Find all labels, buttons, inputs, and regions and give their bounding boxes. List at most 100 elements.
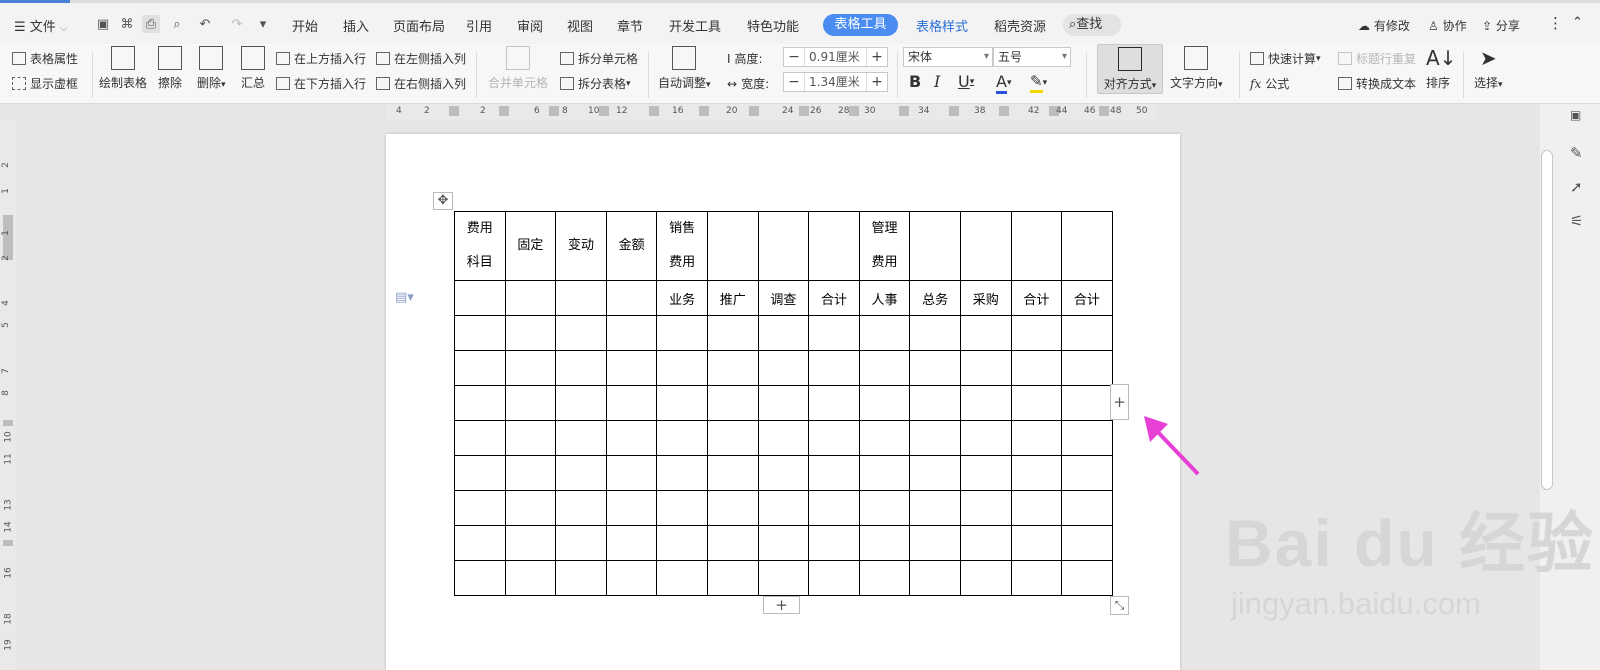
table-cell[interactable] <box>555 560 607 596</box>
table-cell[interactable] <box>909 315 961 351</box>
table-cell[interactable] <box>656 315 708 351</box>
table-cell[interactable] <box>858 315 911 351</box>
table-cell[interactable] <box>706 350 759 386</box>
table-cell[interactable] <box>858 560 911 596</box>
search-button[interactable]: ⌕查找 <box>1063 14 1121 36</box>
insert-row-above-button[interactable]: 在上方插入行 <box>276 50 366 67</box>
table-cell[interactable] <box>454 490 506 526</box>
share-button[interactable]: ⇪ 分享 <box>1482 17 1520 34</box>
table-cell[interactable]: 业务 <box>656 280 708 316</box>
table-cell[interactable] <box>808 490 860 526</box>
table-cell[interactable] <box>808 525 860 561</box>
formula-button[interactable]: fx 公式 <box>1250 75 1289 92</box>
minus-icon[interactable]: − <box>784 74 804 90</box>
table-cell[interactable] <box>808 455 860 491</box>
font-size-select[interactable]: 五号 <box>993 47 1071 67</box>
table-cell[interactable] <box>757 385 810 421</box>
width-value[interactable]: 1.34厘米 <box>804 73 867 91</box>
vertical-ruler[interactable]: 2 1 1 2 4 5 7 8 10 11 13 14 16 18 19 <box>0 120 16 670</box>
table-cell[interactable] <box>454 525 506 561</box>
convert-to-text-button[interactable]: 转换成文本 <box>1338 75 1416 92</box>
table-cell[interactable] <box>605 490 658 526</box>
table-cell[interactable] <box>1061 385 1113 421</box>
table-cell[interactable] <box>1061 315 1113 351</box>
table-cell[interactable] <box>656 525 708 561</box>
tab-insert[interactable]: 插入 <box>343 16 369 35</box>
table-cell[interactable] <box>454 280 506 316</box>
table-cell[interactable] <box>959 455 1012 491</box>
table-cell[interactable] <box>555 420 607 456</box>
plus-icon[interactable]: + <box>867 74 887 90</box>
table-cell[interactable] <box>808 315 860 351</box>
table-cell[interactable] <box>909 490 961 526</box>
align-button[interactable]: 对齐方式▾ <box>1097 44 1163 94</box>
undo-icon[interactable]: ↶ <box>196 15 214 33</box>
tab-page-layout[interactable]: 页面布局 <box>393 16 445 35</box>
table-cell[interactable] <box>454 315 506 351</box>
table-cell[interactable] <box>1010 560 1063 596</box>
table-cell[interactable] <box>1010 455 1063 491</box>
table-cell[interactable] <box>454 420 506 456</box>
table-cell[interactable] <box>757 490 810 526</box>
collab-button[interactable]: ♙ 协作 <box>1428 17 1467 34</box>
table-cell[interactable] <box>858 350 911 386</box>
table-cell[interactable]: 调查 <box>757 280 810 316</box>
table-properties-button[interactable]: 表格属性 <box>12 50 78 67</box>
table-cell[interactable] <box>656 420 708 456</box>
erase-button[interactable]: 擦除 <box>158 46 182 91</box>
horizontal-ruler[interactable]: 4 2 2 6 8 10 12 16 20 24 26 28 30 34 38 … <box>386 104 1156 120</box>
table-cell[interactable] <box>1010 385 1063 421</box>
table-cell[interactable] <box>706 211 759 281</box>
delete-button[interactable]: 删除▾ <box>197 46 226 91</box>
add-column-button[interactable]: + <box>1110 384 1129 420</box>
table-cell[interactable] <box>757 525 810 561</box>
table-cell[interactable] <box>808 211 860 281</box>
table-cell[interactable] <box>504 350 557 386</box>
table-cell[interactable] <box>605 525 658 561</box>
split-cells-button[interactable]: 拆分单元格 <box>560 50 638 67</box>
table-cell[interactable]: 金额 <box>605 211 658 281</box>
table-cell[interactable] <box>757 560 810 596</box>
table-cell[interactable] <box>909 455 961 491</box>
table-cell[interactable] <box>1010 525 1063 561</box>
table-cell[interactable]: 合计 <box>1061 280 1113 316</box>
table-cell[interactable] <box>1010 350 1063 386</box>
tab-chapter[interactable]: 章节 <box>617 16 643 35</box>
table-cell[interactable] <box>706 315 759 351</box>
text-direction-button[interactable]: 文字方向▾ <box>1170 46 1223 91</box>
table-cell[interactable] <box>454 350 506 386</box>
table-cell[interactable] <box>605 280 658 316</box>
table-cell[interactable] <box>706 560 759 596</box>
select-button[interactable]: ➤ 选择▾ <box>1474 46 1503 91</box>
table-cell[interactable] <box>1061 490 1113 526</box>
table-cell[interactable] <box>808 560 860 596</box>
table-cell[interactable] <box>656 455 708 491</box>
font-color-button[interactable]: A ▾ <box>996 72 1011 94</box>
table-cell[interactable] <box>959 350 1012 386</box>
table-cell[interactable] <box>504 315 557 351</box>
width-stepper[interactable]: −1.34厘米 + <box>783 72 888 92</box>
table-cell[interactable] <box>454 560 506 596</box>
customize-toolbar-icon[interactable]: ▾ <box>254 15 272 33</box>
table-cell[interactable] <box>757 420 810 456</box>
underline-button[interactable]: U ▾ <box>958 72 974 91</box>
quick-calc-button[interactable]: 快速计算 ▾ <box>1250 50 1321 67</box>
table-cell[interactable] <box>959 315 1012 351</box>
table-cell[interactable]: 销售 费用 <box>656 211 708 281</box>
table-cell[interactable] <box>504 420 557 456</box>
table-cell[interactable] <box>706 420 759 456</box>
table-cell[interactable] <box>909 560 961 596</box>
table-cell[interactable]: 合计 <box>1010 280 1063 316</box>
table-cell[interactable] <box>555 280 607 316</box>
table-cell[interactable] <box>605 420 658 456</box>
table-cell[interactable] <box>706 455 759 491</box>
table-cell[interactable] <box>555 525 607 561</box>
table-cell[interactable] <box>808 350 860 386</box>
table-cell[interactable] <box>1061 560 1113 596</box>
table-cell[interactable] <box>757 315 810 351</box>
repeat-header-button[interactable]: 标题行重复 <box>1338 50 1416 67</box>
table-cell[interactable]: 总务 <box>909 280 961 316</box>
table-cell[interactable] <box>959 560 1012 596</box>
resize-table-icon[interactable]: ⤡ <box>1110 596 1129 615</box>
tab-home[interactable]: 开始 <box>292 16 318 35</box>
